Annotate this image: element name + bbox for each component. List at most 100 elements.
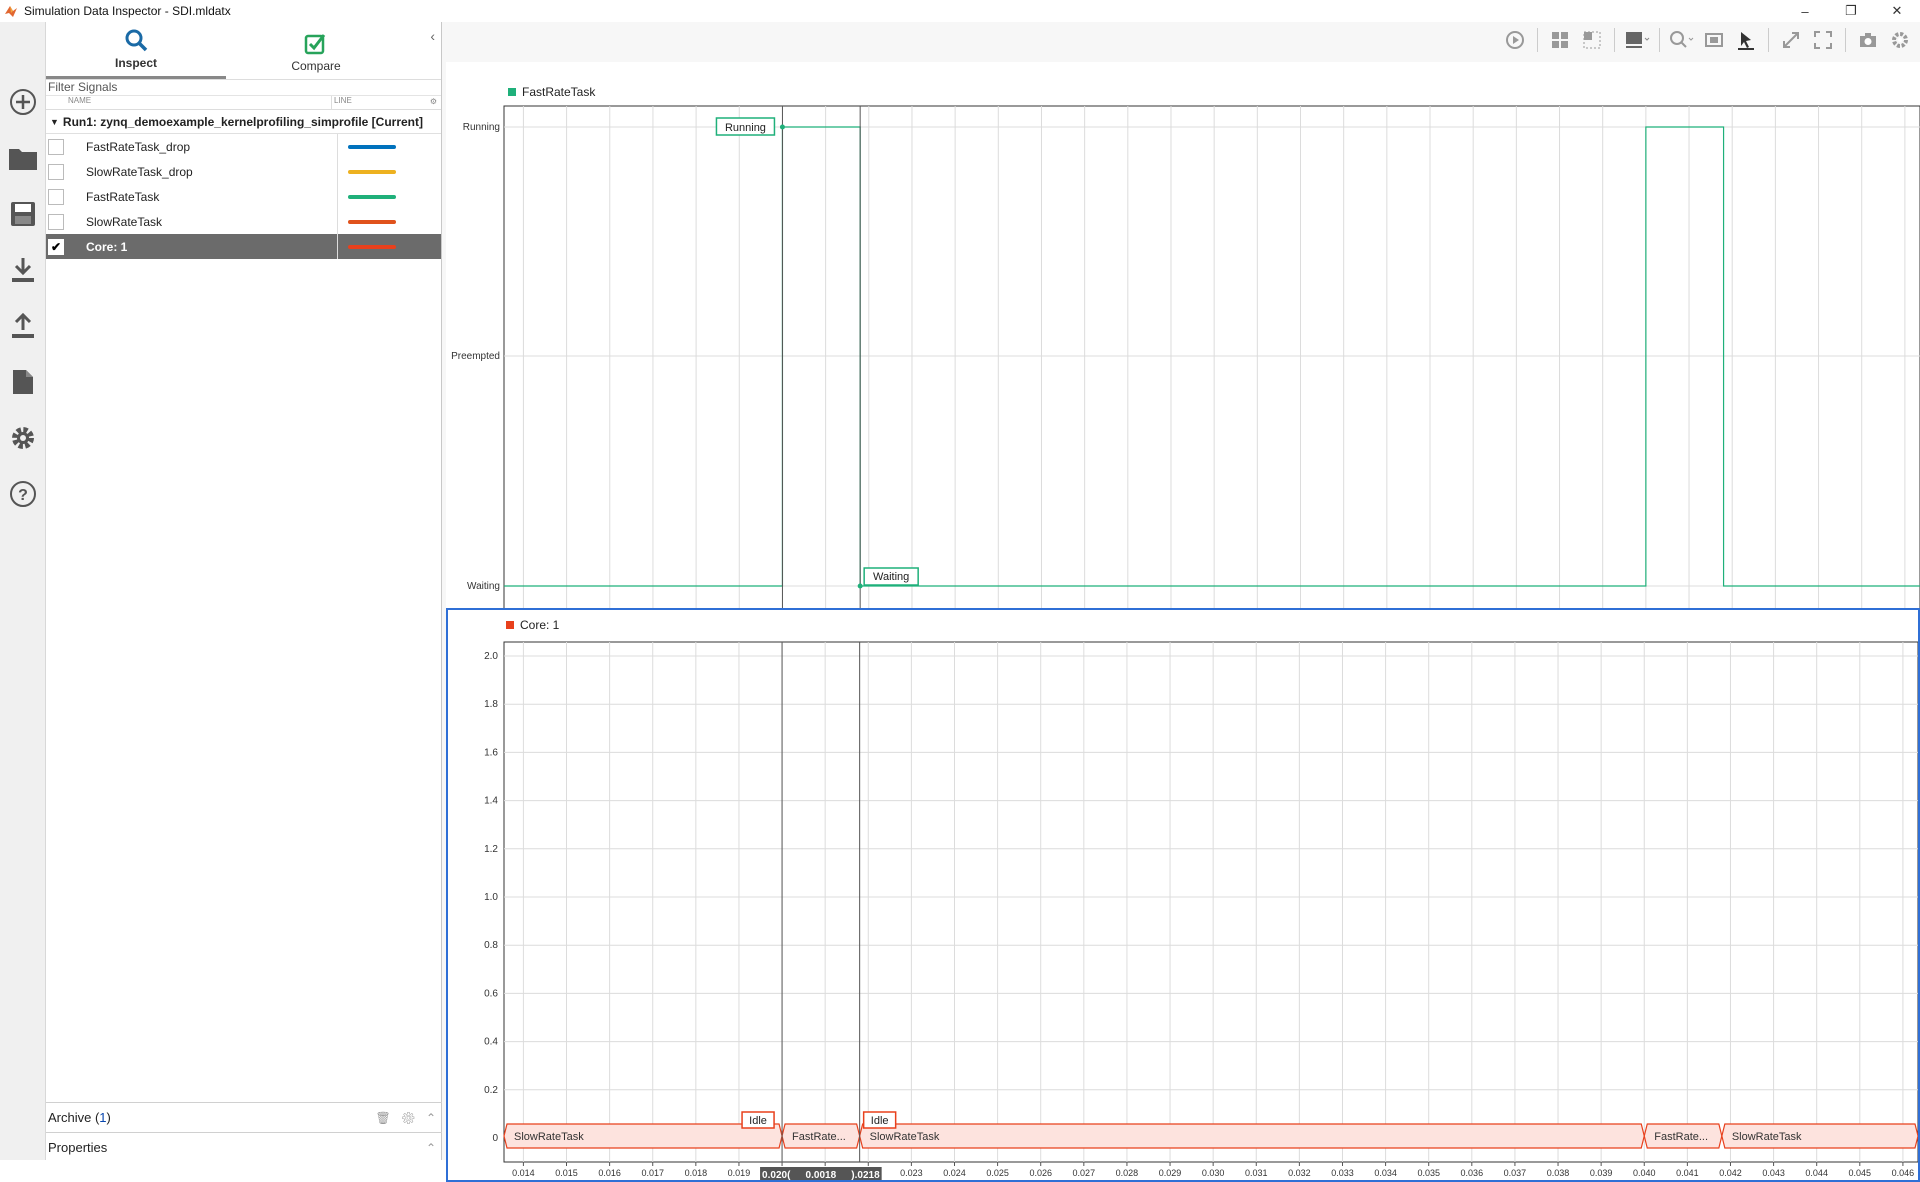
y-tick-label: 0.2 xyxy=(484,1085,498,1096)
y-tick-label: Preempted xyxy=(451,351,500,362)
document-icon xyxy=(13,370,33,394)
matlab-logo-icon xyxy=(5,6,17,17)
plot-type-icon xyxy=(1626,32,1650,48)
fit-button[interactable] xyxy=(1700,26,1728,54)
plot-fastratetask[interactable]: FastRateTask 0.0140.0150.0160.0170.0180.… xyxy=(446,62,1920,624)
signal-row[interactable]: FastRateTask_drop xyxy=(46,134,441,159)
state-label: SlowRateTask xyxy=(1732,1131,1802,1143)
annotation-running: Running xyxy=(725,122,766,134)
state-label: SlowRateTask xyxy=(870,1131,940,1143)
restore-button[interactable]: ❐ xyxy=(1828,0,1874,22)
plot-core1[interactable]: Core: 1 0.014 0.015 0.016 0.017 0.018 0.019 0.… xyxy=(446,608,1920,1182)
subplot-button[interactable] xyxy=(1578,26,1606,54)
import-button[interactable] xyxy=(0,242,46,298)
archive-settings-icon[interactable]: ⚙ xyxy=(401,1111,416,1125)
properties-chevron-up-icon[interactable]: ⌃ xyxy=(426,1141,436,1155)
folder-icon xyxy=(9,149,37,170)
tab-compare[interactable]: Compare xyxy=(226,22,406,79)
column-header: NAME LINE ⚙ xyxy=(46,96,441,110)
signal-checkbox[interactable] xyxy=(48,138,64,155)
window-title: Simulation Data Inspector - SDI.mldatx xyxy=(24,4,231,18)
report-button[interactable] xyxy=(0,354,46,410)
plot1-canvas[interactable]: 0.0140.0150.0160.0170.0180.0190.0200.021… xyxy=(446,62,1920,624)
x-tick-label: 0.031 xyxy=(1245,1168,1268,1178)
state-label: FastRate... xyxy=(792,1131,846,1143)
cursor-left-value: 0.020( xyxy=(762,1170,791,1180)
x-tick-label: 0.039 xyxy=(1590,1168,1613,1178)
zoom-button[interactable] xyxy=(1668,26,1696,54)
plot-settings-button[interactable] xyxy=(1886,26,1914,54)
y-tick-label: 2.0 xyxy=(484,651,498,662)
properties-label: Properties xyxy=(48,1140,108,1155)
x-tick-label: 0.040 xyxy=(1633,1168,1656,1178)
signal-line-swatch[interactable] xyxy=(348,144,396,149)
tab-strip: Inspect Compare ‹ xyxy=(46,22,441,80)
export-button[interactable] xyxy=(0,298,46,354)
signal-row[interactable]: FastRateTask xyxy=(46,184,441,209)
filter-signals-input[interactable]: Filter Signals xyxy=(46,80,441,96)
x-tick-label: 0.043 xyxy=(1762,1168,1785,1178)
x-tick-label: 0.018 xyxy=(685,1168,708,1178)
settings-button[interactable] xyxy=(0,410,46,466)
run-row[interactable]: ▼ Run1: zynq_demoexample_kernelprofiling… xyxy=(46,110,441,134)
replay-button[interactable] xyxy=(1501,26,1529,54)
fullscreen-icon xyxy=(1814,31,1832,49)
expand-triangle-icon[interactable]: ▼ xyxy=(50,117,59,127)
minimize-button[interactable]: – xyxy=(1782,0,1828,22)
expand-button[interactable] xyxy=(1777,26,1805,54)
signal-name: SlowRateTask xyxy=(64,209,338,234)
x-tick-label: 0.041 xyxy=(1676,1168,1699,1178)
line-column-header[interactable]: LINE xyxy=(332,96,352,109)
y-tick-label: 0.4 xyxy=(484,1037,498,1048)
signal-checkbox[interactable] xyxy=(48,213,64,230)
state-label: SlowRateTask xyxy=(514,1131,584,1143)
signal-line-swatch[interactable] xyxy=(348,194,396,199)
x-tick-label: 0.015 xyxy=(555,1168,578,1178)
tab-inspect[interactable]: Inspect xyxy=(46,22,226,79)
save-button[interactable] xyxy=(0,186,46,242)
help-button[interactable]: ? xyxy=(0,466,46,522)
signal-line-swatch[interactable] xyxy=(348,169,396,174)
help-icon: ? xyxy=(10,481,36,507)
signal-line-swatch[interactable] xyxy=(348,219,396,224)
plot-frame xyxy=(503,641,1918,1163)
close-button[interactable]: ✕ xyxy=(1874,0,1920,22)
signal-checkbox[interactable]: ✔ xyxy=(48,238,64,255)
gear-icon xyxy=(12,427,34,449)
y-tick-label: 1.6 xyxy=(484,747,498,758)
archive-section[interactable]: Archive ( 1 ) 🗑 ⚙ ⌃ xyxy=(46,1102,442,1132)
snapshot-button[interactable] xyxy=(1854,26,1882,54)
chevron-up-icon[interactable]: ⌃ xyxy=(426,1111,436,1125)
annotation-idle2: Idle xyxy=(871,1115,889,1127)
x-tick-label: 0.030 xyxy=(1202,1168,1225,1178)
signal-checkbox[interactable] xyxy=(48,163,64,180)
cursor-marker xyxy=(779,124,785,130)
play-circle-icon xyxy=(1506,31,1524,49)
bottom-section: Archive ( 1 ) 🗑 ⚙ ⌃ Properties ⌃ xyxy=(46,1102,442,1162)
signal-checkbox[interactable] xyxy=(48,188,64,205)
x-tick-label: 0.033 xyxy=(1331,1168,1354,1178)
x-tick-label: 0.023 xyxy=(900,1168,923,1178)
properties-section[interactable]: Properties ⌃ xyxy=(46,1132,442,1162)
collapse-panel-icon[interactable]: ‹ xyxy=(430,28,435,44)
column-settings-icon[interactable]: ⚙ xyxy=(430,97,437,106)
signal-row[interactable]: SlowRateTask xyxy=(46,209,441,234)
upload-icon xyxy=(12,312,34,338)
tab-compare-label: Compare xyxy=(291,59,341,73)
fullscreen-button[interactable] xyxy=(1809,26,1837,54)
new-button[interactable] xyxy=(0,74,46,130)
signal-row[interactable]: SlowRateTask_drop xyxy=(46,159,441,184)
trash-icon[interactable]: 🗑 xyxy=(375,1111,390,1125)
name-column-header[interactable]: NAME xyxy=(66,96,332,109)
grid-layout-icon xyxy=(1552,32,1568,48)
signal-line-swatch[interactable] xyxy=(348,244,396,249)
visualization-button[interactable] xyxy=(1623,26,1651,54)
x-tick-label: 0.037 xyxy=(1504,1168,1527,1178)
y-tick-label: 1.2 xyxy=(484,844,498,855)
open-button[interactable] xyxy=(0,130,46,186)
layout-button[interactable] xyxy=(1546,26,1574,54)
dashed-grid-icon xyxy=(1583,31,1601,49)
signal-row[interactable]: ✔ Core: 1 xyxy=(46,234,441,259)
plot2-canvas[interactable]: 0.0140.0150.0160.0170.0180.0190.0200.021… xyxy=(448,610,1918,1180)
cursor-button[interactable] xyxy=(1732,26,1760,54)
